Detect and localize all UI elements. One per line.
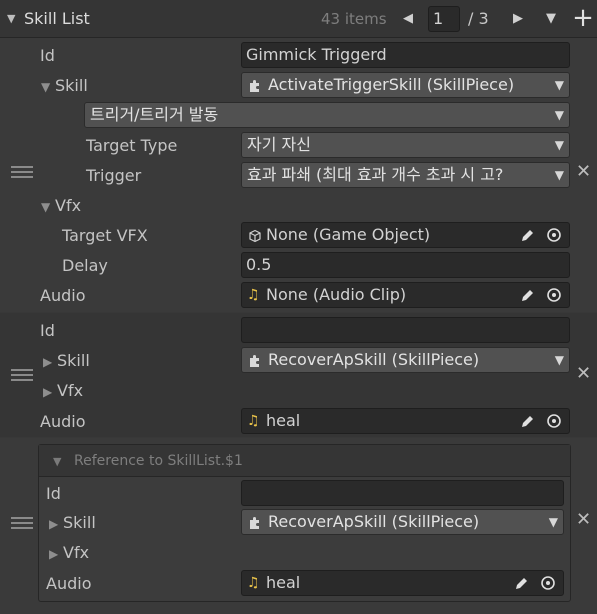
pencil-icon[interactable] xyxy=(520,413,536,429)
target-vfx-label: Target VFX xyxy=(62,226,148,245)
puzzle-piece-icon xyxy=(250,355,259,367)
drag-handle-icon[interactable] xyxy=(11,369,33,381)
vfx-foldout[interactable]: ▼ Vfx xyxy=(41,196,81,217)
target-circle-icon[interactable] xyxy=(540,575,556,591)
expanded-triangle-icon: ▼ xyxy=(41,200,51,214)
skill-dropdown[interactable]: RecoverApSkill (SkillPiece) ▼ xyxy=(241,347,570,373)
puzzle-piece-icon xyxy=(250,80,259,92)
collapsed-triangle-icon: ▶ xyxy=(49,547,59,561)
delay-label: Delay xyxy=(62,256,108,275)
vfx-foldout[interactable]: ▶ Vfx xyxy=(49,543,89,564)
collapsed-triangle-icon: ▶ xyxy=(49,517,59,531)
id-label: Id xyxy=(46,484,61,503)
pencil-icon[interactable] xyxy=(520,287,536,303)
collapsed-triangle-icon: ▶ xyxy=(43,355,53,369)
id-label: Id xyxy=(40,46,55,65)
list-header: ▼ Skill List 43 items ◀ 1 / 3 ▶ ▼ + xyxy=(0,0,597,38)
skill-foldout[interactable]: ▶ Skill xyxy=(49,513,96,534)
reference-label: Reference to SkillList.$1 xyxy=(74,453,243,469)
page-number-input[interactable]: 1 xyxy=(428,6,460,32)
skill-foldout[interactable]: ▶ Skill xyxy=(43,351,90,372)
expanded-triangle-icon: ▼ xyxy=(41,80,51,94)
target-circle-icon[interactable] xyxy=(546,287,562,303)
remove-element-button[interactable]: ✕ xyxy=(576,511,591,529)
audio-object-field[interactable]: ♫ heal xyxy=(241,408,570,434)
remove-element-button[interactable]: ✕ xyxy=(576,163,591,181)
collapsed-triangle-icon: ▶ xyxy=(43,385,53,399)
collapse-triangle-icon[interactable]: ▼ xyxy=(7,12,15,25)
remove-element-button[interactable]: ✕ xyxy=(576,365,591,383)
skill-dropdown[interactable]: RecoverApSkill (SkillPiece) ▼ xyxy=(241,509,564,535)
skill-foldout[interactable]: ▼ Skill xyxy=(41,76,88,97)
id-label: Id xyxy=(40,321,55,340)
target-circle-icon[interactable] xyxy=(546,413,562,429)
music-note-icon: ♫ xyxy=(247,413,260,429)
audio-label: Audio xyxy=(46,574,92,593)
audio-object-field[interactable]: ♫ None (Audio Clip) xyxy=(241,282,570,308)
drag-handle-icon[interactable] xyxy=(11,517,33,529)
items-count: 43 items xyxy=(321,10,387,28)
trigger-label: Trigger xyxy=(86,166,142,185)
target-type-label: Target Type xyxy=(86,136,178,155)
audio-label: Audio xyxy=(40,412,86,431)
id-field[interactable]: Gimmick Triggerd xyxy=(241,42,570,68)
trigger-dropdown[interactable]: 효과 파쇄 (최대 효과 개수 초과 시 고? ▼ xyxy=(241,162,570,188)
page-total: / 3 xyxy=(468,9,489,28)
delay-field[interactable]: 0.5 xyxy=(241,252,570,278)
pencil-icon[interactable] xyxy=(514,575,530,591)
target-circle-icon[interactable] xyxy=(546,227,562,243)
id-field[interactable] xyxy=(241,480,564,506)
pencil-icon[interactable] xyxy=(520,227,536,243)
music-note-icon: ♫ xyxy=(247,575,260,591)
expanded-triangle-icon[interactable]: ▼ xyxy=(53,455,61,468)
audio-label: Audio xyxy=(40,286,86,305)
drag-handle-icon[interactable] xyxy=(11,166,33,178)
target-type-dropdown[interactable]: 자기 자신 ▼ xyxy=(241,132,570,158)
next-page-button[interactable]: ▶ xyxy=(506,8,530,30)
page-menu-dropdown-button[interactable]: ▼ xyxy=(540,8,562,30)
vfx-foldout[interactable]: ▶ Vfx xyxy=(43,381,83,402)
id-field[interactable] xyxy=(241,317,570,343)
audio-object-field[interactable]: ♫ heal xyxy=(241,570,564,596)
puzzle-piece-icon xyxy=(250,517,259,529)
skill-category-dropdown[interactable]: 트리거/트리거 발동 ▼ xyxy=(84,102,570,128)
prev-page-button[interactable]: ◀ xyxy=(396,8,420,30)
target-vfx-object-field[interactable]: None (Game Object) xyxy=(241,222,570,248)
cube-icon xyxy=(249,229,261,243)
list-title[interactable]: Skill List xyxy=(24,9,90,29)
skill-dropdown[interactable]: ActivateTriggerSkill (SkillPiece) ▼ xyxy=(241,72,570,98)
add-element-button[interactable]: + xyxy=(570,4,596,32)
music-note-icon: ♫ xyxy=(247,287,260,303)
